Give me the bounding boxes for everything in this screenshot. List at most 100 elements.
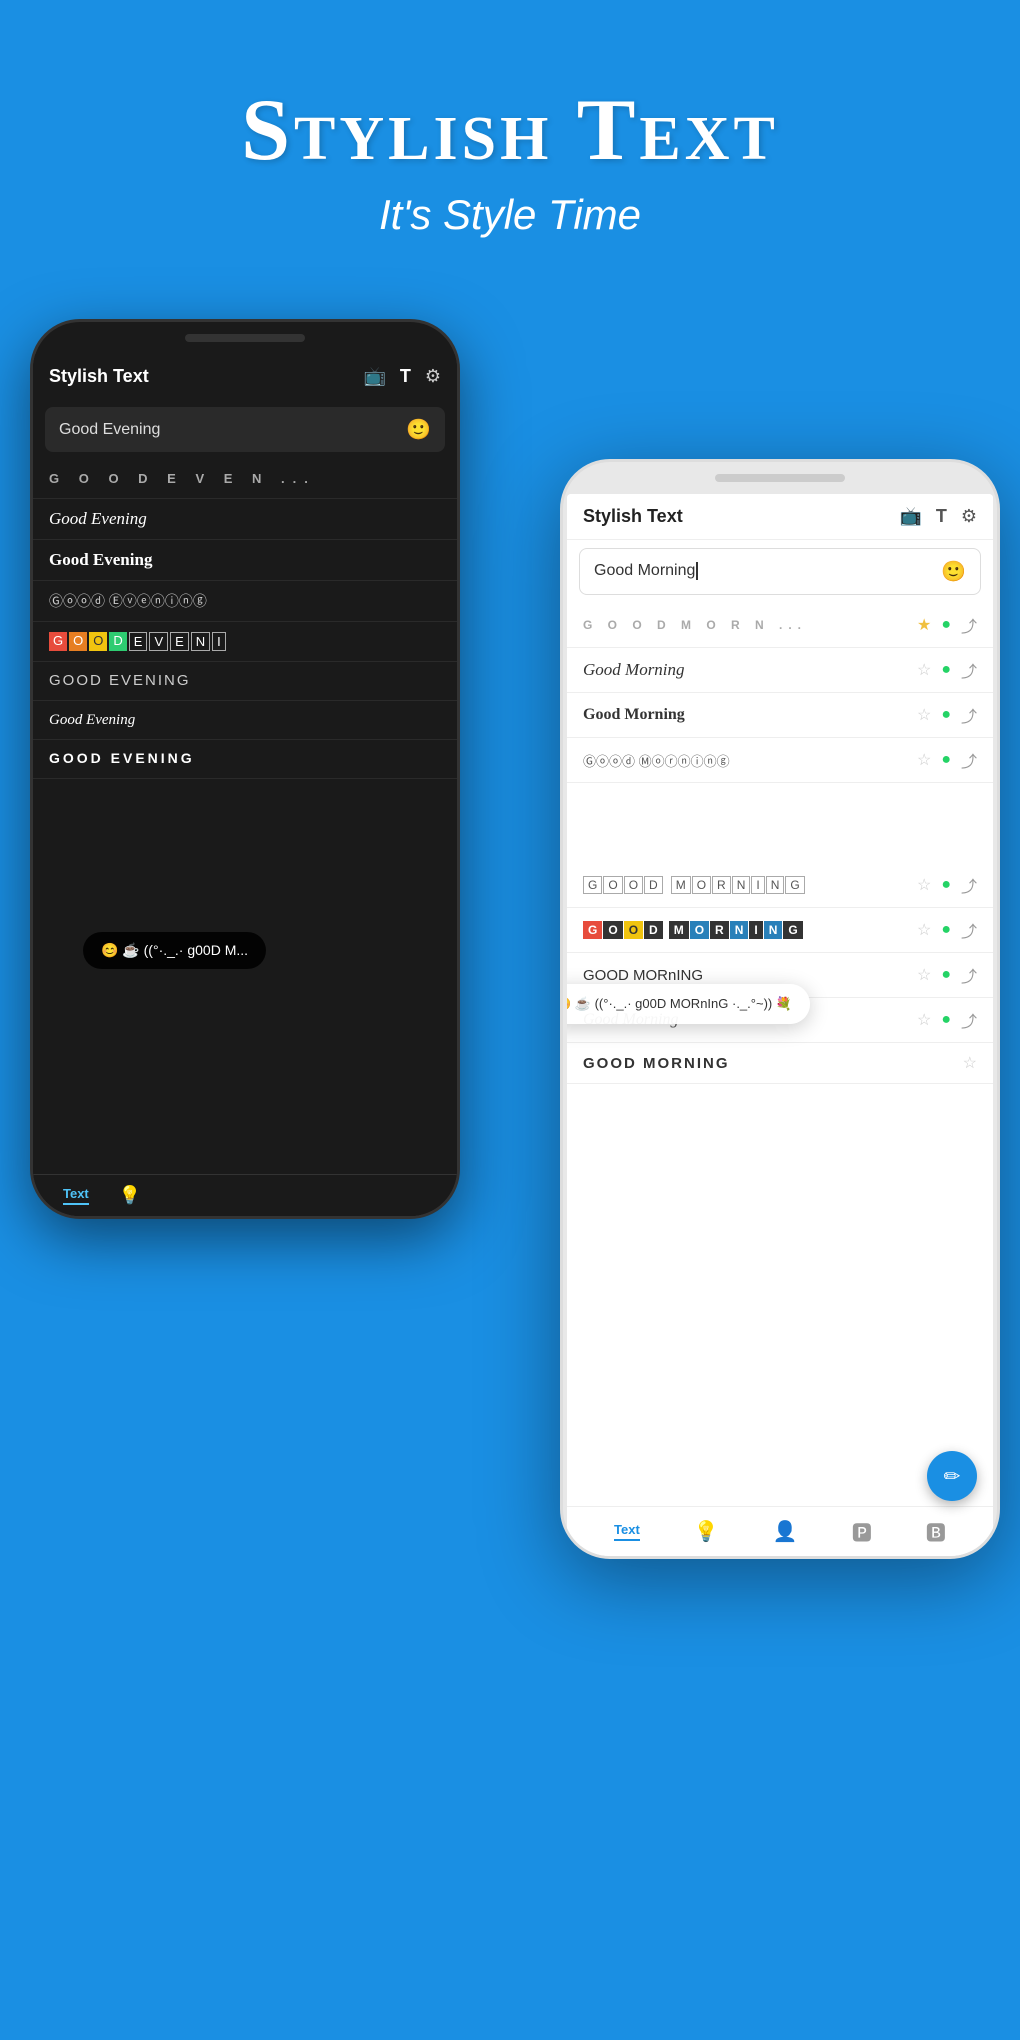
- whatsapp-icon-2[interactable]: ●: [941, 661, 951, 679]
- style-actions-2: ☆ ● ⤴: [917, 658, 977, 682]
- whatsapp-icon-6[interactable]: ●: [941, 921, 951, 939]
- light-emoji-icon[interactable]: 🙂: [941, 559, 966, 584]
- settings-icon[interactable]: ⚙: [425, 366, 441, 387]
- light-spread-text: G O O D M O R N ...: [583, 618, 917, 632]
- dark-style-item-bold-serif[interactable]: Good Evening: [33, 540, 457, 581]
- share-icon-6[interactable]: ⤴: [961, 918, 977, 942]
- light-style-item-boxed-plain[interactable]: G O O D M O R N I N G ☆: [567, 863, 993, 908]
- star-icon-7[interactable]: ☆: [917, 965, 931, 985]
- fab-button[interactable]: ✏: [927, 1451, 977, 1501]
- dark-tab-icon-font[interactable]: 💡: [119, 1185, 141, 1206]
- dark-app-bar: Stylish Text 📺 T ⚙: [33, 354, 457, 399]
- star-icon-1[interactable]: ★: [917, 615, 931, 635]
- whatsapp-icon-5[interactable]: ●: [941, 876, 951, 894]
- light-tooltip-text: 😊 ☕ ((°·._.· g00D MORnInG ·._.°~)) 💐: [567, 996, 792, 1012]
- dark-input-text[interactable]: Good Evening: [59, 421, 406, 439]
- light-tab-icon-2[interactable]: 👤: [773, 1519, 798, 1544]
- dark-tab-bar: Text 💡: [33, 1174, 457, 1216]
- light-tab-icon-3[interactable]: 🅿: [852, 1517, 872, 1546]
- light-tab-icon-1[interactable]: 💡: [694, 1519, 719, 1544]
- light-style-item-bold[interactable]: Good Morning ☆ ● ⤴: [567, 693, 993, 738]
- boxed-letters: G O O D E V E N I: [49, 632, 226, 651]
- star-icon-9[interactable]: ☆: [963, 1053, 977, 1073]
- box-v: V: [149, 632, 168, 651]
- light-style-item-upper-bold[interactable]: GOOD MORNING ☆: [567, 1043, 993, 1084]
- light-tv-icon[interactable]: 📺: [899, 506, 921, 527]
- star-icon-2[interactable]: ☆: [917, 660, 931, 680]
- style-actions-3: ☆ ● ⤴: [917, 703, 977, 727]
- light-input-row[interactable]: Good Morning 🙂: [579, 548, 981, 595]
- light-boxed-plain: G O O D M O R N I N G: [583, 876, 917, 894]
- light-bold-text: Good Morning: [583, 706, 917, 724]
- tv-icon[interactable]: 📺: [363, 366, 385, 387]
- dark-style-item-uppercase[interactable]: GOOD EVENING: [33, 662, 457, 701]
- star-icon-6[interactable]: ☆: [917, 920, 931, 940]
- dark-app-title: Stylish Text: [49, 366, 149, 387]
- light-app-bar: Stylish Text 📺 T ⚙: [567, 494, 993, 540]
- dark-input-row[interactable]: Good Evening 🙂: [45, 407, 445, 452]
- share-icon-4[interactable]: ⤴: [961, 748, 977, 772]
- dark-tooltip-text: 😊 ☕ ((°·._.· g00D M...: [101, 942, 248, 959]
- share-icon-3[interactable]: ⤴: [961, 703, 977, 727]
- dark-style-item-spread[interactable]: G O O D E V E N ...: [33, 460, 457, 499]
- light-style-item-bubble[interactable]: Ⓖⓞⓞⓓ Ⓜⓞⓡⓝⓘⓝⓖ ☆ ● ⤴: [567, 738, 993, 783]
- light-tooltip: 😊 ☕ ((°·._.· g00D MORnInG ·._.°~)) 💐: [567, 984, 810, 1024]
- star-icon-4[interactable]: ☆: [917, 750, 931, 770]
- dark-phone-notch: [185, 334, 305, 342]
- light-style-item-script[interactable]: Good Morning ☆ ● ⤴: [567, 648, 993, 693]
- dark-style-item-upper-bold[interactable]: GOOD EVENING: [33, 740, 457, 779]
- box-e: E: [129, 632, 148, 651]
- dark-phone: Stylish Text 📺 T ⚙ Good Evening 🙂 G O O …: [30, 319, 460, 1219]
- light-upper-bold-text: GOOD MORNING: [583, 1055, 963, 1072]
- phones-container: Stylish Text 📺 T ⚙ Good Evening 🙂 G O O …: [0, 299, 1020, 1899]
- box-n: N: [191, 632, 210, 651]
- light-boxed-colored: G O O D M O R N I N G: [583, 921, 917, 939]
- dark-style-item-boxed-colored[interactable]: G O O D E V E N I: [33, 622, 457, 662]
- dark-style-list: G O O D E V E N ... Good Evening Good Ev…: [33, 460, 457, 779]
- style-actions-5: ☆ ● ⤴: [917, 873, 977, 897]
- style-script-text: Good Evening: [49, 509, 147, 528]
- star-icon-3[interactable]: ☆: [917, 705, 931, 725]
- light-phone-screen: Stylish Text 📺 T ⚙ Good Morning 🙂 G O O …: [567, 494, 993, 1556]
- dark-style-item-bubble[interactable]: Ⓖⓞⓞⓓ Ⓔⓥⓔⓝⓘⓝⓖ: [33, 581, 457, 622]
- style-actions-8: ☆ ● ⤴: [917, 1008, 977, 1032]
- font-size-icon[interactable]: T: [400, 366, 411, 387]
- light-font-size-icon[interactable]: T: [936, 506, 947, 527]
- style-actions-7: ☆ ● ⤴: [917, 963, 977, 987]
- whatsapp-icon-4[interactable]: ●: [941, 751, 951, 769]
- whatsapp-icon-8[interactable]: ●: [941, 1011, 951, 1029]
- share-icon-5[interactable]: ⤴: [961, 873, 977, 897]
- light-app-title: Stylish Text: [583, 506, 683, 527]
- style-spread-text: G O O D E V E N ...: [49, 471, 316, 486]
- share-icon-7[interactable]: ⤴: [961, 963, 977, 987]
- light-tab-icon-4[interactable]: 🅱: [926, 1517, 946, 1546]
- header: Stylish Text It's Style Time: [0, 0, 1020, 279]
- light-style-item-boxed-colored[interactable]: G O O D M O R N I N G ☆: [567, 908, 993, 953]
- light-icons: 📺 T ⚙: [899, 506, 977, 527]
- style-script2-text: Good Evening: [49, 712, 135, 728]
- star-icon-5[interactable]: ☆: [917, 875, 931, 895]
- light-tab-text[interactable]: Text: [614, 1522, 640, 1541]
- share-icon-2[interactable]: ⤴: [961, 658, 977, 682]
- box-o1: O: [69, 632, 87, 651]
- whatsapp-icon-3[interactable]: ●: [941, 706, 951, 724]
- dark-emoji-icon[interactable]: 🙂: [406, 417, 431, 442]
- share-icon-8[interactable]: ⤴: [961, 1008, 977, 1032]
- star-icon-8[interactable]: ☆: [917, 1010, 931, 1030]
- light-style-item-spread[interactable]: G O O D M O R N ... ★ ● ⤴: [567, 603, 993, 648]
- light-phone: Stylish Text 📺 T ⚙ Good Morning 🙂 G O O …: [560, 459, 1000, 1559]
- share-icon-1[interactable]: ⤴: [961, 613, 977, 637]
- whatsapp-icon-1[interactable]: ●: [941, 616, 951, 634]
- light-input-text[interactable]: Good Morning: [594, 562, 941, 580]
- light-settings-icon[interactable]: ⚙: [961, 506, 977, 527]
- dark-tab-text-tab[interactable]: Text: [63, 1186, 89, 1205]
- dark-icons: 📺 T ⚙: [363, 366, 441, 387]
- light-upper-mixed-text: GOOD MORnING: [583, 967, 917, 984]
- box-i: I: [212, 632, 226, 651]
- style-actions-1: ★ ● ⤴: [917, 613, 977, 637]
- dark-style-item-script[interactable]: Good Evening: [33, 499, 457, 540]
- main-title: Stylish Text: [0, 80, 1020, 181]
- dark-style-item-script2[interactable]: Good Evening: [33, 701, 457, 740]
- whatsapp-icon-7[interactable]: ●: [941, 966, 951, 984]
- text-cursor: [696, 562, 698, 580]
